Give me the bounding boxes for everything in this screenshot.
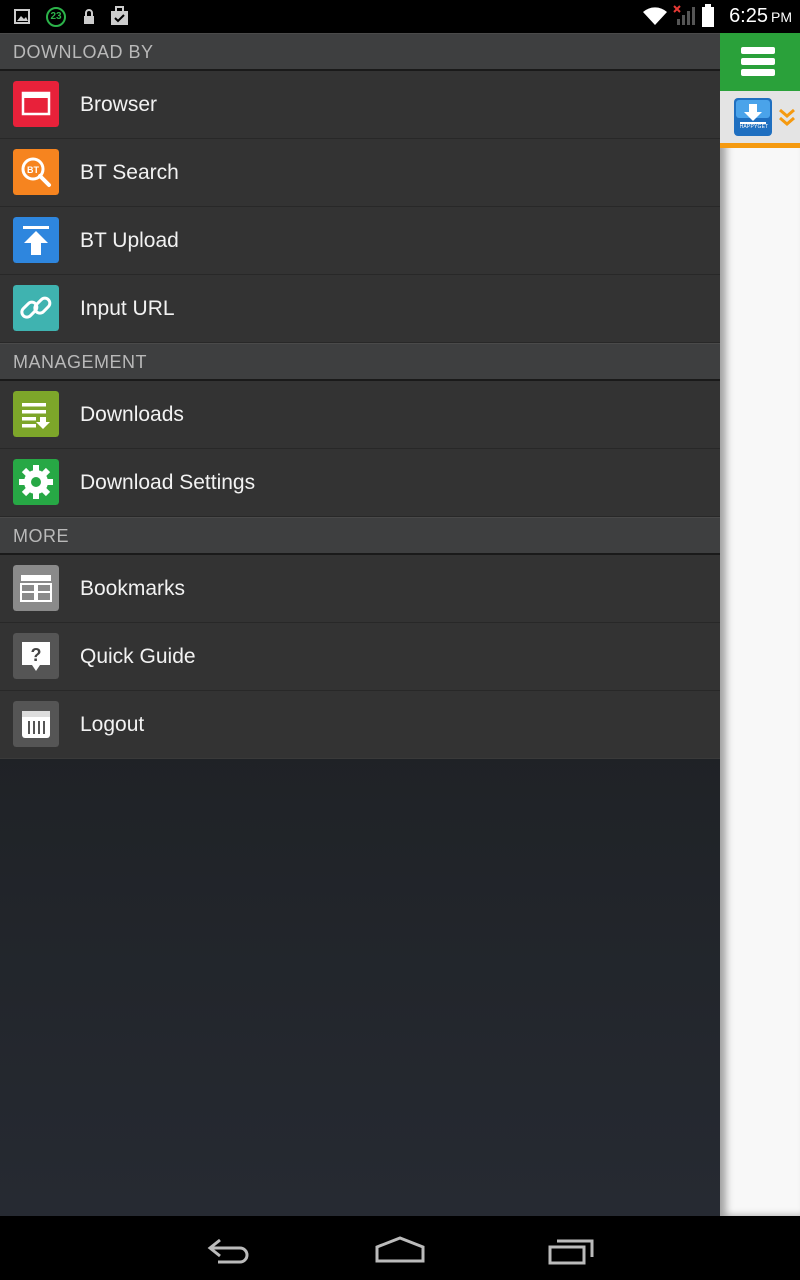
svg-text:BT: BT — [27, 165, 39, 175]
main-content: HAPPYGET — [720, 33, 800, 1216]
menu-item-label: Browser — [80, 93, 158, 116]
navigation-drawer: DOWNLOAD BY Browser BT BT Search BT Uplo… — [0, 33, 720, 1216]
menu-item-label: Bookmarks — [80, 577, 186, 600]
hamburger-menu-button[interactable] — [720, 33, 796, 91]
clock-ampm: PM — [771, 9, 792, 25]
menu-item-browser[interactable]: Browser — [0, 71, 720, 139]
help-icon: ? — [13, 633, 59, 679]
app-toolbar — [720, 33, 800, 91]
menu-item-quick-guide[interactable]: ? Quick Guide — [0, 623, 720, 691]
menu-item-logout[interactable]: Logout — [0, 691, 720, 759]
menu-item-bt-search[interactable]: BT BT Search — [0, 139, 720, 207]
hamburger-icon — [741, 47, 775, 76]
wifi-icon — [643, 7, 667, 25]
downloads-list-icon — [13, 391, 59, 437]
notification-count: 23 — [50, 11, 62, 22]
menu-item-label: Downloads — [80, 403, 184, 426]
upload-icon — [13, 217, 59, 263]
menu-item-label: Logout — [80, 713, 145, 736]
section-header-download-by: DOWNLOAD BY — [0, 33, 720, 71]
menu-item-bookmarks[interactable]: Bookmarks — [0, 555, 720, 623]
gear-icon — [13, 459, 59, 505]
browser-icon — [13, 81, 59, 127]
logout-icon — [13, 701, 59, 747]
clock: 6:25 PM — [729, 5, 792, 28]
menu-item-label: BT Upload — [80, 229, 179, 252]
bt-search-icon: BT — [13, 149, 59, 195]
menu-item-downloads[interactable]: Downloads — [0, 381, 720, 449]
section-header-management: MANAGEMENT — [0, 343, 720, 381]
signal-icon — [673, 5, 695, 25]
menu-item-label: Quick Guide — [80, 645, 196, 668]
link-icon — [13, 285, 59, 331]
menu-item-input-url[interactable]: Input URL — [0, 275, 720, 343]
battery-icon — [702, 4, 714, 27]
store-bag-icon — [111, 6, 128, 25]
back-button[interactable] — [206, 1236, 254, 1266]
app-logo-bar: HAPPYGET — [720, 91, 800, 148]
clock-time: 6:25 — [729, 5, 768, 27]
menu-item-label: Download Settings — [80, 471, 256, 494]
menu-item-label: Input URL — [80, 297, 175, 320]
recent-apps-button[interactable] — [547, 1237, 595, 1265]
menu-item-download-settings[interactable]: Download Settings — [0, 449, 720, 517]
home-button[interactable] — [374, 1235, 426, 1265]
system-navigation-bar — [0, 1216, 800, 1280]
gallery-notification-icon — [14, 9, 30, 24]
menu-item-label: BT Search — [80, 161, 179, 184]
bookmarks-icon — [13, 565, 59, 611]
section-header-more: MORE — [0, 517, 720, 555]
happyget-logo-icon — [734, 98, 772, 136]
svg-text:?: ? — [31, 645, 42, 665]
lock-icon — [84, 9, 94, 24]
menu-item-bt-upload[interactable]: BT Upload — [0, 207, 720, 275]
chevron-down-icon[interactable] — [778, 108, 796, 128]
status-bar: 23 6:25 PM — [0, 0, 800, 33]
logo-text: HAPPYGET — [739, 124, 769, 130]
